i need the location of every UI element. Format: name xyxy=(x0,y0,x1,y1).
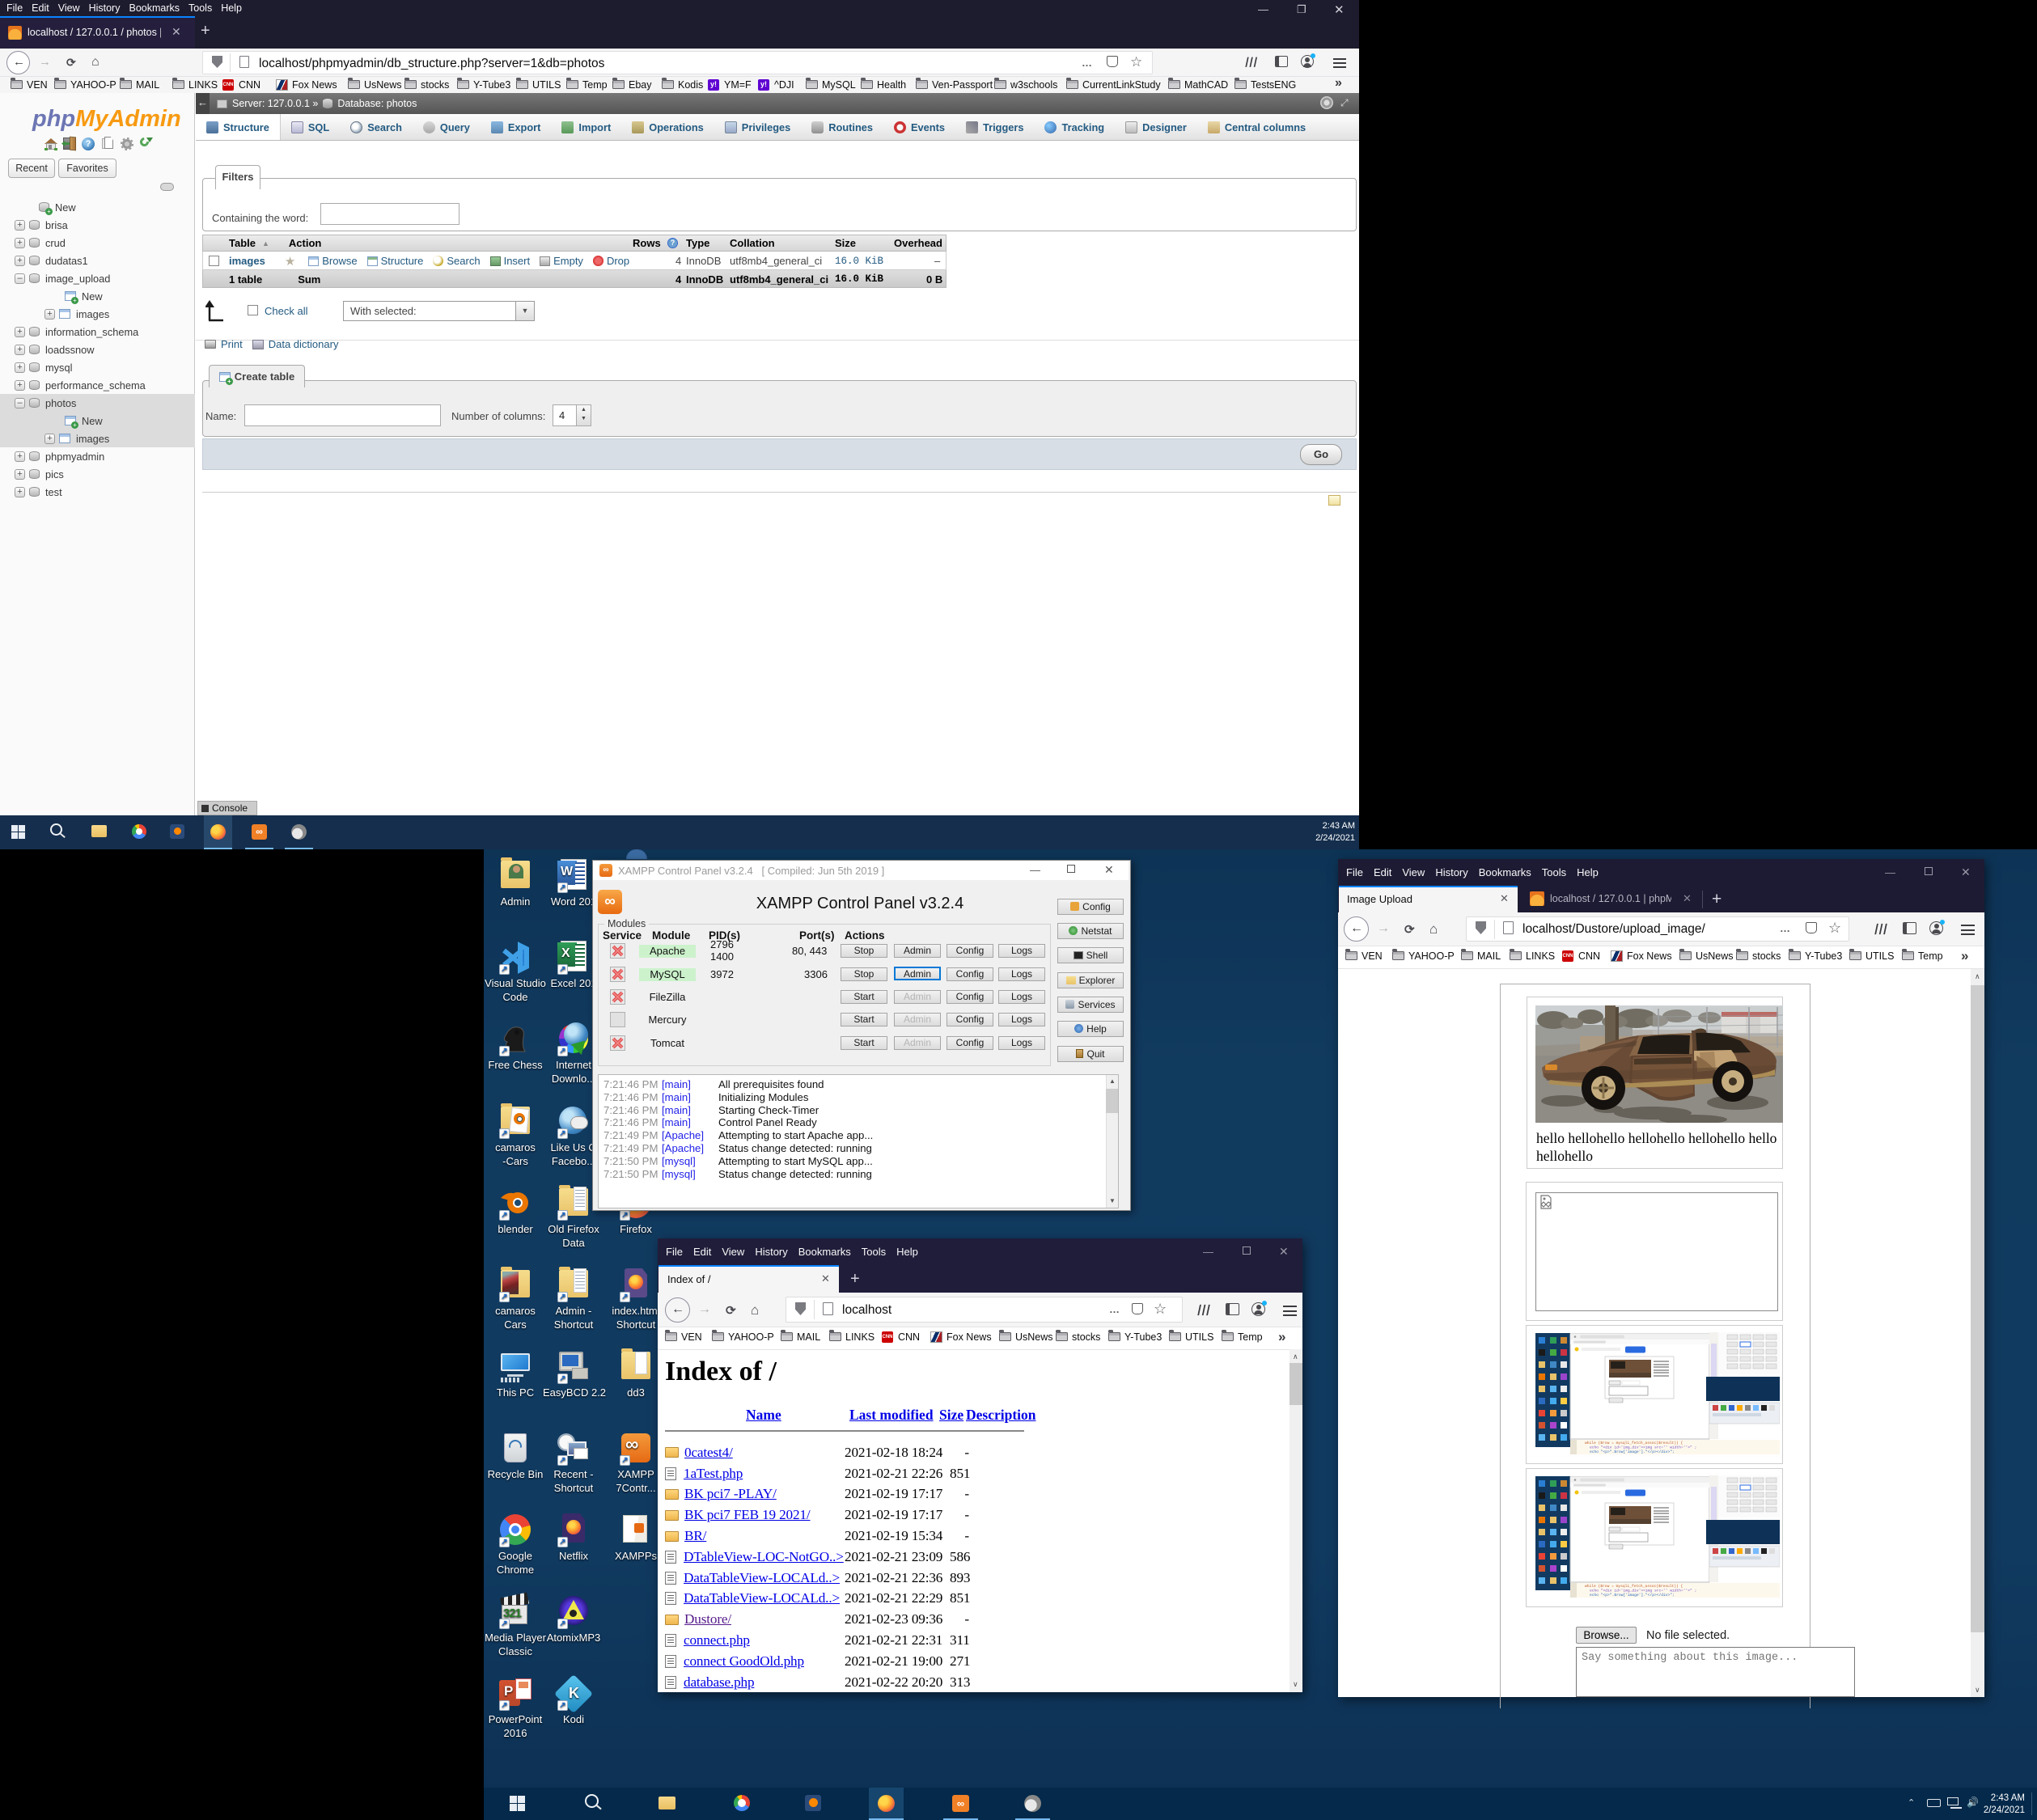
svg-text:while ($row = mysqli_fetch_ass: while ($row = mysqli_fetch_assoc($result… xyxy=(1585,1584,1683,1589)
svg-text:while ($row = mysqli_fetch_ass: while ($row = mysqli_fetch_assoc($result… xyxy=(1585,1441,1683,1445)
svg-text:echo "<p>".$row['image']."</p>: echo "<p>".$row['image']."</p></div>"; xyxy=(1590,1450,1675,1454)
svg-text:echo "<p>".$row['image']."</p>: echo "<p>".$row['image']."</p></div>"; xyxy=(1590,1593,1675,1598)
svg-text:echo "<div id='img_div'><img s: echo "<div id='img_div'><img src='' widt… xyxy=(1590,1589,1696,1594)
svg-text:echo "<div id='img_div'><img s: echo "<div id='img_div'><img src='' widt… xyxy=(1590,1445,1696,1450)
